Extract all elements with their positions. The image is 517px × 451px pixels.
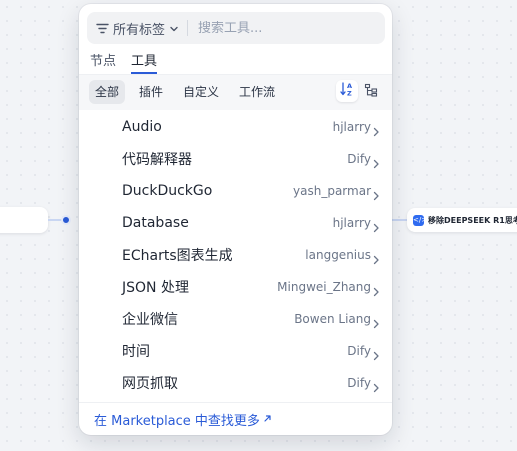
tool-author: hjlarry bbox=[332, 216, 371, 230]
category-tabs: 全部 插件 自定义 工作流 bbox=[89, 80, 289, 104]
view-toggle: A Z bbox=[334, 80, 382, 102]
tool-author: Mingwei_Zhang bbox=[277, 280, 371, 294]
connector-edge-left bbox=[48, 219, 62, 221]
svg-text:Z: Z bbox=[347, 90, 352, 98]
filter-icon bbox=[96, 19, 109, 38]
chevron-right-icon bbox=[373, 218, 380, 237]
tool-name: 企业微信 bbox=[122, 312, 178, 328]
tool-name: 代码解释器 bbox=[122, 152, 192, 168]
tag-filter-label: 所有标签 bbox=[113, 22, 166, 38]
marketplace-link[interactable]: 在 Marketplace 中查找更多 bbox=[94, 410, 272, 429]
chevron-right-icon bbox=[373, 154, 380, 173]
list-item[interactable]: 网页抓取 Dify bbox=[79, 367, 392, 399]
category-tab-all[interactable]: 全部 bbox=[89, 80, 126, 104]
code-icon: </> bbox=[413, 214, 428, 226]
chevron-right-icon bbox=[373, 250, 380, 269]
category-filter-row: 全部 插件 自定义 工作流 A Z bbox=[79, 74, 392, 110]
tool-author: Dify bbox=[347, 376, 371, 390]
search-bar: 所有标签 bbox=[87, 12, 385, 44]
list-item[interactable]: DuckDuckGo yash_parmar bbox=[79, 175, 392, 207]
tool-author: langgenius bbox=[305, 248, 371, 262]
tool-author: yash_parmar bbox=[293, 184, 371, 198]
tool-name: Database bbox=[122, 215, 189, 231]
chevron-right-icon bbox=[373, 122, 380, 141]
tab-nodes[interactable]: 节点 bbox=[90, 48, 116, 74]
list-item[interactable]: Audio hjlarry bbox=[79, 111, 392, 143]
list-item[interactable]: JSON 处理 Mingwei_Zhang bbox=[79, 271, 392, 303]
tool-name: Audio bbox=[122, 119, 162, 135]
list-item[interactable]: Database hjlarry bbox=[79, 207, 392, 239]
chevron-right-icon bbox=[373, 314, 380, 333]
sort-az-button[interactable]: A Z bbox=[336, 80, 358, 102]
chevron-right-icon bbox=[373, 186, 380, 205]
tree-view-button[interactable] bbox=[360, 80, 382, 102]
panel-footer: 在 Marketplace 中查找更多 bbox=[79, 402, 392, 435]
category-tab-workflow[interactable]: 工作流 bbox=[233, 80, 281, 104]
connection-handle[interactable] bbox=[61, 215, 71, 225]
tool-name: 网页抓取 bbox=[122, 376, 178, 392]
sort-az-icon: A Z bbox=[339, 81, 355, 101]
tool-picker-panel: 所有标签 节点 工具 全部 插件 自定义 工作流 A Z bbox=[79, 4, 392, 435]
external-link-icon bbox=[263, 412, 272, 427]
category-tab-plugins[interactable]: 插件 bbox=[133, 80, 169, 104]
tool-name: ECharts图表生成 bbox=[122, 248, 233, 264]
chevron-right-icon bbox=[373, 378, 380, 397]
category-tab-custom[interactable]: 自定义 bbox=[177, 80, 225, 104]
list-item[interactable]: 企业微信 Bowen Liang bbox=[79, 303, 392, 335]
tool-list: Audio hjlarry 代码解释器 Dify DuckDuckGo yash… bbox=[79, 111, 392, 399]
search-input[interactable] bbox=[198, 20, 369, 36]
tree-view-icon bbox=[364, 82, 378, 101]
tab-tools[interactable]: 工具 bbox=[131, 48, 158, 74]
chevron-right-icon bbox=[373, 346, 380, 365]
list-item[interactable]: ECharts图表生成 langgenius bbox=[79, 239, 392, 271]
tool-name: DuckDuckGo bbox=[122, 183, 213, 199]
left-workflow-node[interactable] bbox=[0, 207, 48, 233]
connector-edge-right bbox=[392, 219, 408, 221]
node-title: 移除DEEPSEEK R1思考内容 bbox=[428, 215, 517, 225]
list-item[interactable]: 时间 Dify bbox=[79, 335, 392, 367]
tool-author: Dify bbox=[347, 344, 371, 358]
chevron-right-icon bbox=[373, 282, 380, 301]
tool-author: Dify bbox=[347, 152, 371, 166]
tool-name: 时间 bbox=[122, 344, 150, 360]
tag-filter-dropdown[interactable]: 所有标签 bbox=[96, 19, 179, 38]
tool-author: Bowen Liang bbox=[294, 312, 371, 326]
list-item[interactable]: 代码解释器 Dify bbox=[79, 143, 392, 175]
main-tabs: 节点 工具 bbox=[90, 48, 172, 74]
chevron-down-icon bbox=[169, 19, 179, 38]
marketplace-link-label: 在 Marketplace 中查找更多 bbox=[94, 414, 260, 429]
tool-name: JSON 处理 bbox=[122, 280, 189, 296]
right-workflow-node[interactable]: </> 移除DEEPSEEK R1思考内容 bbox=[407, 208, 517, 232]
search-divider bbox=[187, 20, 189, 36]
tool-author: hjlarry bbox=[332, 120, 371, 134]
